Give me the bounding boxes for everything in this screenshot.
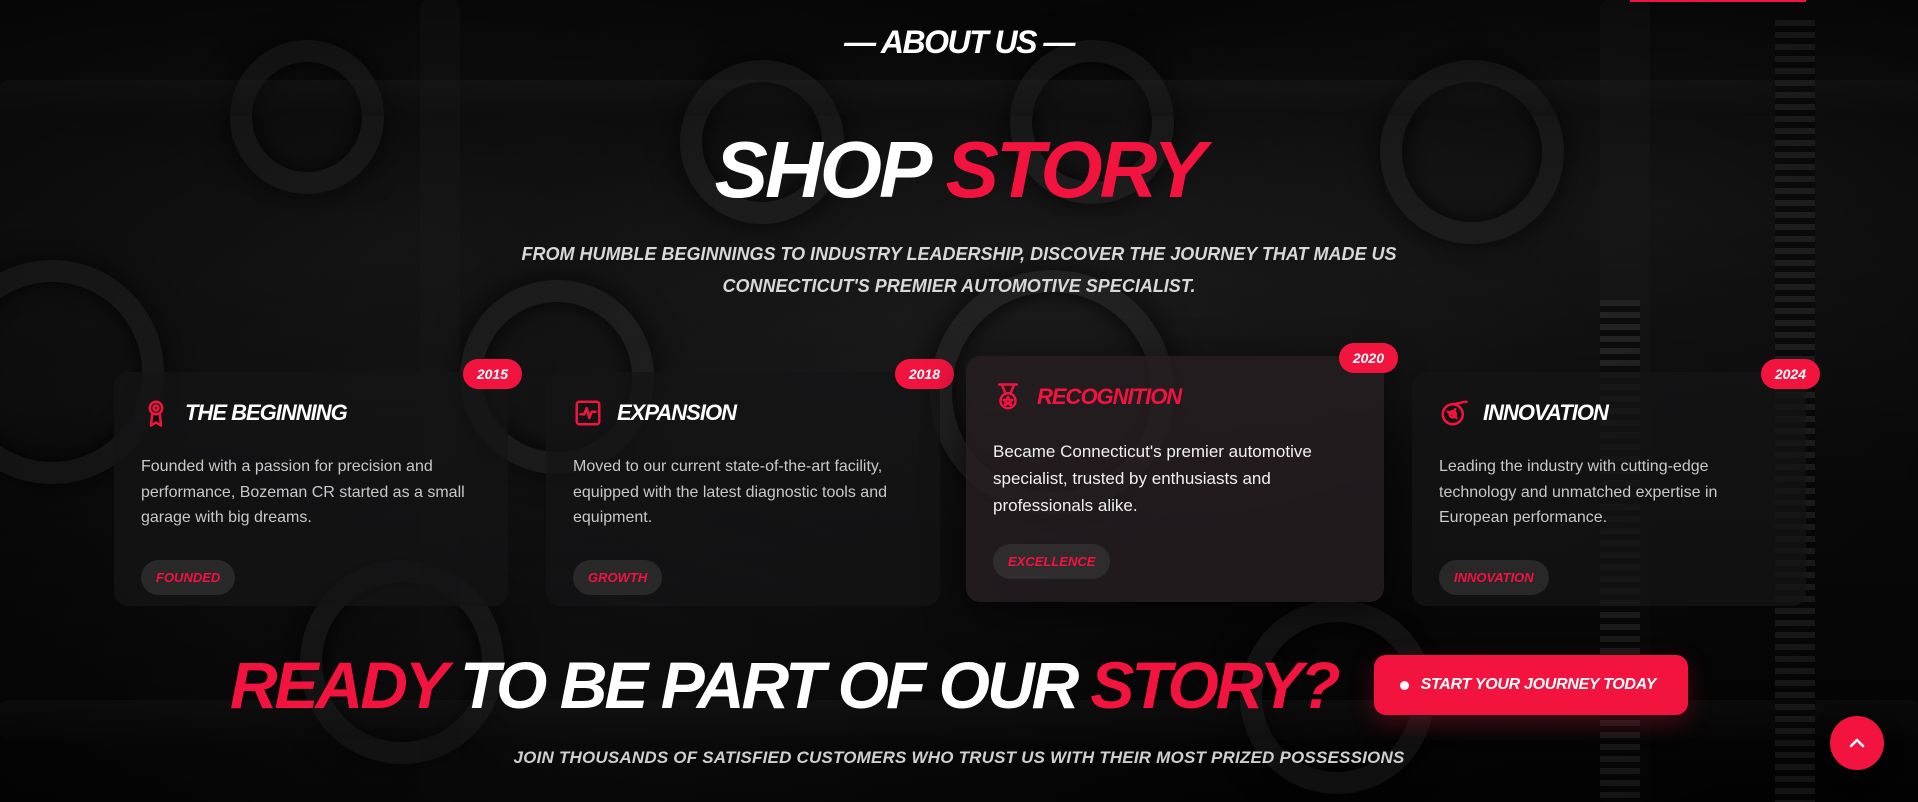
card-tag: EXCELLENCE (993, 544, 1111, 579)
card-description: Leading the industry with cutting-edge t… (1439, 458, 1718, 526)
section-eyebrow: — ABOUT US — (844, 24, 1075, 60)
header-button-edge (1630, 0, 1806, 2)
start-journey-button[interactable]: START YOUR JOURNEY TODAY (1373, 655, 1689, 715)
cta-heading: READY TO BE PART OF OUR STORY? (230, 646, 1352, 724)
cta-word-ready: READY (229, 648, 449, 722)
card-title: THE BEGINNING (185, 400, 348, 425)
card-tag: INNOVATION (1439, 560, 1549, 595)
card-tag: GROWTH (573, 560, 663, 595)
section-subtitle: FROM HUMBLE BEGINNINGS TO INDUSTRY LEADE… (521, 244, 1397, 296)
title-accent: STORY (945, 125, 1207, 214)
cta-word-middle: TO BE PART OF OUR (459, 648, 1079, 722)
timeline-card-2018: 2018 EXPANSION Moved to our current stat… (546, 359, 954, 606)
award-ribbon-icon (141, 398, 171, 428)
timeline-card-2015: 2015 THE BEGINNING Founded with a passio… (114, 359, 522, 606)
card-description: Became Connecticut's premier automotive … (993, 442, 1312, 515)
dot-icon (1399, 680, 1409, 690)
card-tag: FOUNDED (141, 560, 236, 595)
year-badge: 2024 (1760, 359, 1820, 389)
card-title: INNOVATION (1483, 400, 1609, 425)
year-badge: 2018 (894, 359, 954, 389)
cta-word-story: STORY? (1090, 648, 1340, 722)
scroll-to-top-button[interactable] (1830, 716, 1884, 770)
cta-row: READY TO BE PART OF OUR STORY? START YOUR … (0, 646, 1918, 724)
title-white: SHOP (714, 125, 930, 214)
chevron-up-icon (1845, 731, 1869, 755)
turbo-icon (1439, 398, 1469, 428)
card-description: Moved to our current state-of-the-art fa… (573, 458, 887, 526)
year-badge: 2020 (1338, 343, 1398, 373)
activity-chart-icon (573, 398, 603, 428)
timeline-card-2024: 2024 INNOVATION Leading the industry wit… (1412, 359, 1820, 606)
card-description: Founded with a passion for precision and… (141, 458, 465, 526)
start-journey-label: START YOUR JOURNEY TODAY (1420, 676, 1657, 693)
medal-icon (993, 382, 1023, 412)
year-badge: 2015 (462, 359, 522, 389)
card-title: RECOGNITION (1037, 384, 1182, 409)
page-title: SHOP STORY (0, 124, 1918, 216)
card-title: EXPANSION (617, 400, 737, 425)
timeline-card-2020: 2020 RECOGNITION Became Connecticut's pr… (966, 343, 1398, 602)
cta-subtext: JOIN THOUSANDS OF SATISFIED CUSTOMERS WH… (513, 748, 1405, 767)
